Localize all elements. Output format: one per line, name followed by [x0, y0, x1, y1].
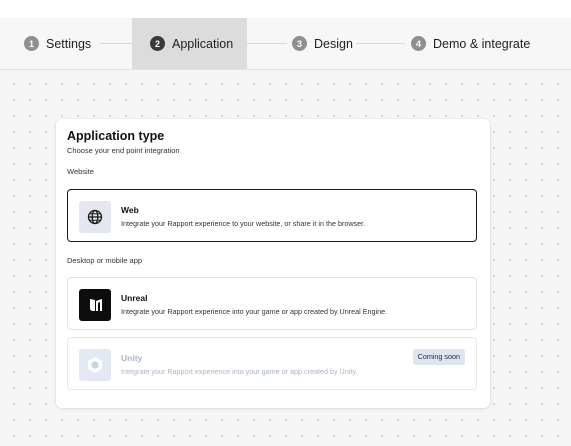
step-number-badge: 2 [150, 36, 165, 51]
unity-logo-icon [79, 349, 111, 381]
step-demo-integrate[interactable]: 4 Demo & integrate [411, 18, 541, 69]
step-number-badge: 3 [292, 36, 307, 51]
stepper: 1 Settings 2 Application 3 Design 4 Demo… [0, 18, 571, 70]
coming-soon-badge: Coming soon [412, 349, 465, 365]
step-label: Application [172, 36, 234, 51]
section-label-desktop-mobile: Desktop or mobile app [67, 256, 143, 265]
step-connector [356, 43, 405, 44]
option-web[interactable]: Web Integrate your Rapport experience to… [67, 189, 477, 242]
card-title: Application type [67, 129, 165, 143]
option-description: Integrate your Rapport experience into y… [121, 307, 388, 316]
option-title: Web [121, 205, 139, 215]
step-connector [247, 43, 287, 44]
step-number-badge: 1 [24, 36, 39, 51]
step-connector [100, 43, 132, 44]
option-title: Unity [121, 353, 143, 363]
unreal-logo-icon [79, 289, 111, 321]
option-description: Integrate your Rapport experience to you… [121, 219, 366, 228]
option-unreal[interactable]: Unreal Integrate your Rapport experience… [67, 277, 477, 330]
card-subtitle: Choose your end point integration [67, 146, 180, 155]
step-label: Demo & integrate [433, 36, 531, 51]
top-strip [0, 0, 571, 18]
step-label: Settings [46, 36, 92, 51]
globe-icon [79, 201, 111, 233]
option-unity: Unity Integrate your Rapport experience … [67, 337, 477, 390]
step-application[interactable]: 2 Application [132, 18, 247, 69]
step-number-badge: 4 [411, 36, 426, 51]
option-title: Unreal [121, 293, 148, 303]
application-type-card: Application type Choose your end point i… [56, 119, 490, 408]
section-label-website: Website [67, 167, 94, 176]
option-description: Integrate your Rapport experience into y… [121, 367, 358, 376]
step-label: Design [314, 36, 353, 51]
